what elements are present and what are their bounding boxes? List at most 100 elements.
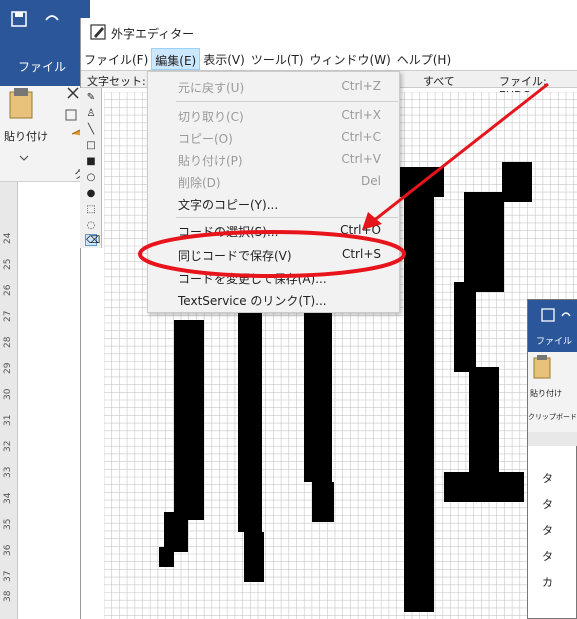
word-file-tab-label: ファイル xyxy=(18,60,67,74)
menu-item-delete[interactable]: 削除(D) Del xyxy=(148,171,401,193)
charset-label: 文字セット: xyxy=(87,75,146,88)
rect-select-tool-icon[interactable]: ⬚ xyxy=(85,204,97,216)
menu-separator xyxy=(176,101,398,102)
glyph-stroke xyxy=(174,320,204,520)
editor-title: 外字エディター xyxy=(111,27,195,41)
editor-menu-bar: ファイル(F) 編集(E) 表示(V) ツール(T) ウィンドウ(W) ヘルプ(… xyxy=(81,48,577,70)
menu-item-shortcut: Ctrl+O xyxy=(340,223,381,237)
word2-undo-icon[interactable] xyxy=(561,312,571,317)
pencil-tool-icon[interactable]: ✎ xyxy=(85,92,97,104)
tool-palette: ✎ ♙ ╲ □ ■ ○ ● ⬚ ◌ ⌫ xyxy=(80,88,102,248)
menu-item-label: コードを変更して保存(A)... xyxy=(178,272,327,286)
menu-item-label: コピー(O) xyxy=(178,132,233,146)
ruler-number: 38 xyxy=(3,590,13,602)
word2-save-icon[interactable] xyxy=(541,308,555,322)
menu-item-textservice-link[interactable]: TextService のリンク(T)... xyxy=(148,289,401,311)
menu-item-select-code[interactable]: コードの選択(S)... Ctrl+O xyxy=(148,220,401,242)
word-vertical-ruler: 24 25 26 27 28 29 30 31 32 33 34 35 36 3… xyxy=(0,182,18,619)
doc-line: カ xyxy=(542,576,553,589)
paste-icon-clip xyxy=(14,88,28,96)
filled-ellipse-tool-icon[interactable]: ● xyxy=(85,188,97,200)
word-quick-access xyxy=(11,11,59,27)
menu-file[interactable]: ファイル(F) xyxy=(81,48,151,70)
ruler-number: 28 xyxy=(3,336,13,348)
line-tool-icon[interactable]: ╲ xyxy=(85,124,97,136)
filled-rect-tool-icon[interactable]: ■ xyxy=(85,156,97,168)
glyph-stroke xyxy=(404,192,434,612)
doc-line: タ xyxy=(542,498,553,511)
editor-app-icon xyxy=(90,24,106,40)
brush-tool-icon[interactable]: ♙ xyxy=(85,108,97,120)
glyph-stroke xyxy=(238,312,262,532)
word2-ruler xyxy=(528,432,577,446)
paste-label: 貼り付け xyxy=(4,130,48,143)
glyph-stroke xyxy=(164,512,188,552)
menu-item-shortcut: Ctrl+C xyxy=(341,130,381,144)
glyph-stroke xyxy=(469,367,499,477)
menu-item-label: 削除(D) xyxy=(178,176,221,190)
ruler-number: 37 xyxy=(3,570,13,582)
editor-title-bar: 外字エディター xyxy=(81,18,577,48)
menu-tools[interactable]: ツール(T) xyxy=(248,48,307,70)
menu-item-copy[interactable]: コピー(O) Ctrl+C xyxy=(148,127,401,149)
glyph-stroke xyxy=(444,472,524,502)
menu-item-label: コードの選択(S)... xyxy=(178,225,279,239)
hollow-rect-tool-icon[interactable]: □ xyxy=(85,140,97,152)
menu-item-cut[interactable]: 切り取り(C) Ctrl+X xyxy=(148,105,401,127)
menu-item-label: 同じコードで保存(V) xyxy=(178,249,292,263)
menu-item-save-same-code[interactable]: 同じコードで保存(V) Ctrl+S xyxy=(148,244,401,266)
paste-dropdown-icon[interactable] xyxy=(19,155,29,161)
menu-window[interactable]: ウィンドウ(W) xyxy=(307,48,394,70)
glyph-stroke xyxy=(159,547,174,567)
menu-item-shortcut: Del xyxy=(361,174,381,188)
word2-paste-icon[interactable] xyxy=(533,357,551,379)
ruler-number: 30 xyxy=(3,388,13,400)
word-window-secondary: ファイル 貼り付け クリップボード タ タ タ タ カ xyxy=(527,299,577,619)
word-ribbon: ク 貼り付け xyxy=(0,86,90,182)
undo-icon[interactable] xyxy=(45,15,59,21)
freeform-select-tool-icon[interactable]: ◌ xyxy=(85,220,97,232)
ruler-number: 26 xyxy=(3,284,13,296)
word2-file-tab[interactable]: ファイル xyxy=(528,330,577,352)
glyph-stroke xyxy=(312,482,334,522)
menu-item-copy-character[interactable]: 文字のコピー(Y)... xyxy=(148,193,401,215)
doc-line: タ xyxy=(542,472,553,485)
menu-item-label: 文字のコピー(Y)... xyxy=(178,198,279,212)
word-file-tab[interactable]: ファイル xyxy=(0,46,90,86)
ruler-number: 33 xyxy=(3,466,13,478)
menu-item-save-as-code[interactable]: コードを変更して保存(A)... xyxy=(148,267,401,289)
word2-clipboard-group: クリップボード xyxy=(528,412,577,432)
hollow-ellipse-tool-icon[interactable]: ○ xyxy=(85,172,97,184)
ruler-number: 35 xyxy=(3,518,13,530)
cut-icon[interactable] xyxy=(67,87,79,99)
menu-item-shortcut: Ctrl+S xyxy=(341,247,381,261)
menu-item-shortcut: Ctrl+X xyxy=(341,108,381,122)
copy-icon[interactable] xyxy=(65,109,77,121)
word-title-bar xyxy=(0,0,90,46)
menu-view[interactable]: 表示(V) xyxy=(200,48,248,70)
menu-item-label: TextService のリンク(T)... xyxy=(178,294,327,308)
menu-edit[interactable]: 編集(E) xyxy=(151,48,201,70)
menu-item-paste[interactable]: 貼り付け(P) Ctrl+V xyxy=(148,149,401,171)
save-icon-shutter xyxy=(15,12,23,17)
menu-item-label: 元に戻す(U) xyxy=(178,81,245,95)
glyph-stroke xyxy=(244,532,264,582)
eraser-tool-icon[interactable]: ⌫ xyxy=(85,234,100,246)
menu-help[interactable]: ヘルプ(H) xyxy=(394,48,454,70)
word2-file-tab-label: ファイル xyxy=(536,337,573,347)
ruler-number: 36 xyxy=(3,544,13,556)
word2-ribbon: 貼り付け xyxy=(528,352,577,412)
menu-item-label: 切り取り(C) xyxy=(178,110,244,124)
menu-item-shortcut: Ctrl+Z xyxy=(341,79,381,93)
menu-item-undo[interactable]: 元に戻す(U) Ctrl+Z xyxy=(148,76,401,98)
ruler-number: 24 xyxy=(3,232,13,244)
menu-separator xyxy=(176,217,398,218)
edit-menu-dropdown: 元に戻す(U) Ctrl+Z 切り取り(C) Ctrl+X コピー(O) Ctr… xyxy=(147,71,400,313)
ruler-number: 34 xyxy=(3,492,13,504)
ruler-number: 25 xyxy=(3,258,13,270)
word2-title-bar xyxy=(528,300,577,330)
ruler-number: 27 xyxy=(3,310,13,322)
glyph-stroke xyxy=(502,162,532,202)
doc-line: タ xyxy=(542,550,553,563)
ruler-number: 29 xyxy=(3,362,13,374)
